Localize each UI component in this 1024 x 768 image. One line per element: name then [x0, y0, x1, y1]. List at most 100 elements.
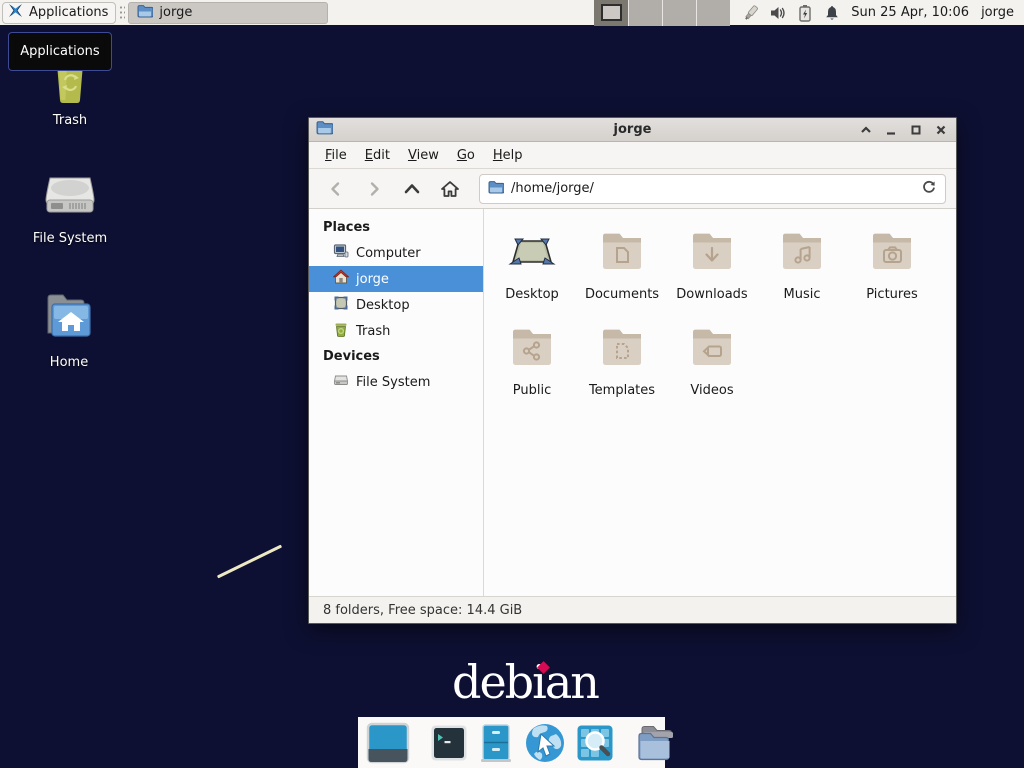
sidebar-item-desktop[interactable]: Desktop	[309, 292, 483, 318]
statusbar: 8 folders, Free space: 14.4 GiB	[309, 596, 956, 623]
maximize-button[interactable]	[908, 122, 924, 138]
window-body: Places Computer	[309, 209, 956, 596]
folder-templates-icon	[598, 323, 646, 375]
toolbar: /home/jorge/	[309, 169, 956, 209]
file-item-downloads[interactable]: Downloads	[667, 227, 757, 323]
sidebar-item-label: File System	[356, 375, 430, 390]
battery-charging-icon[interactable]	[796, 4, 814, 22]
sidebar-item-label: Trash	[356, 324, 390, 339]
applications-menu-button[interactable]: Applications	[2, 2, 116, 24]
sidebar-item-filesystem[interactable]: File System	[309, 369, 483, 395]
debian-logo: debian	[452, 658, 598, 710]
window-titlebar[interactable]: jorge	[309, 118, 956, 142]
file-manager-window: jorge File Edit View Go Help	[308, 117, 957, 624]
file-item-documents[interactable]: Documents	[577, 227, 667, 323]
minimize-button[interactable]	[883, 122, 899, 138]
back-button[interactable]	[319, 174, 353, 204]
file-item-label: Desktop	[505, 287, 559, 302]
workspace-1[interactable]	[594, 0, 628, 26]
shade-button[interactable]	[858, 122, 874, 138]
file-item-videos[interactable]: Videos	[667, 323, 757, 419]
sidebar-places-header: Places	[309, 215, 483, 240]
notifications-bell-icon[interactable]	[823, 4, 841, 22]
sidebar-item-jorge[interactable]: jorge	[309, 266, 483, 292]
folder-downloads-icon	[688, 227, 736, 279]
forward-button[interactable]	[357, 174, 391, 204]
harddrive-icon	[40, 164, 100, 226]
path-input[interactable]: /home/jorge/	[511, 181, 914, 196]
folder-music-icon	[778, 227, 826, 279]
home-folder-icon	[40, 290, 98, 350]
file-item-desktop[interactable]: Desktop	[487, 227, 577, 323]
trash-icon	[333, 321, 349, 341]
desktop-icon	[508, 227, 556, 279]
file-item-label: Pictures	[866, 287, 917, 302]
folder-documents-icon	[598, 227, 646, 279]
system-tray	[742, 4, 841, 22]
menu-view[interactable]: View	[400, 145, 447, 166]
folder-pictures-icon	[868, 227, 916, 279]
file-item-public[interactable]: Public	[487, 323, 577, 419]
desktop-stray-line	[217, 545, 282, 579]
menu-help[interactable]: Help	[485, 145, 531, 166]
file-item-label: Templates	[589, 383, 655, 398]
sidebar-item-label: Computer	[356, 246, 421, 261]
sidebar-item-computer[interactable]: Computer	[309, 240, 483, 266]
taskbar-window-label: jorge	[159, 5, 192, 20]
menu-edit[interactable]: Edit	[357, 145, 398, 166]
up-button[interactable]	[395, 174, 429, 204]
desktop-icon-filesystem[interactable]: File System	[15, 164, 125, 246]
desktop-icon-label: File System	[15, 231, 125, 246]
applications-menu-icon	[7, 2, 24, 23]
workspace-3[interactable]	[662, 0, 696, 26]
window-controls	[858, 122, 949, 138]
web-browser-icon[interactable]	[524, 722, 566, 764]
home-button[interactable]	[433, 174, 467, 204]
close-button[interactable]	[933, 122, 949, 138]
path-folder-icon	[488, 180, 504, 198]
tooltip-text: Applications	[20, 44, 99, 59]
workspace-4[interactable]	[696, 0, 730, 26]
taskbar-window-button[interactable]: jorge	[128, 2, 328, 24]
workspace-2[interactable]	[628, 0, 662, 26]
desktop-icon-home[interactable]: Home	[14, 290, 124, 370]
menu-go[interactable]: Go	[449, 145, 483, 166]
panel-clock[interactable]: Sun 25 Apr, 10:06	[851, 5, 969, 20]
file-item-label: Documents	[585, 287, 659, 302]
top-panel: Applications jorge	[0, 0, 1024, 26]
applications-menu-label: Applications	[29, 5, 108, 20]
workspace-switcher	[594, 0, 730, 26]
desktop-icon-label: Trash	[15, 113, 125, 128]
sidebar-item-label: Desktop	[356, 298, 410, 313]
volume-icon[interactable]	[769, 4, 787, 22]
panel-handle[interactable]	[119, 5, 125, 21]
desktop-icon	[333, 295, 349, 315]
folder-videos-icon	[688, 323, 736, 375]
workspace-window-preview	[601, 4, 622, 21]
app-finder-icon[interactable]	[576, 724, 614, 762]
panel-username[interactable]: jorge	[981, 5, 1014, 20]
file-item-templates[interactable]: Templates	[577, 323, 667, 419]
file-item-label: Music	[784, 287, 821, 302]
reload-icon[interactable]	[921, 179, 937, 199]
file-cabinet-icon[interactable]	[478, 723, 514, 763]
user-home-icon	[333, 269, 349, 289]
desktop-icon-label: Home	[14, 355, 124, 370]
menu-file[interactable]: File	[317, 145, 355, 166]
sidebar-item-trash[interactable]: Trash	[309, 318, 483, 344]
terminal-icon[interactable]	[430, 724, 468, 762]
file-item-label: Downloads	[676, 287, 747, 302]
window-folder-icon	[137, 4, 153, 22]
path-bar[interactable]: /home/jorge/	[479, 174, 946, 204]
stylus-icon[interactable]	[742, 4, 760, 22]
harddrive-icon	[333, 372, 349, 392]
file-item-music[interactable]: Music	[757, 227, 847, 323]
debian-logo-text: debian	[452, 655, 598, 709]
file-pane[interactable]: Desktop Documents	[484, 209, 956, 596]
file-item-label: Videos	[690, 383, 733, 398]
show-desktop-icon[interactable]	[366, 722, 410, 764]
statusbar-text: 8 folders, Free space: 14.4 GiB	[323, 603, 522, 618]
sidebar-item-label: jorge	[356, 272, 389, 287]
file-item-pictures[interactable]: Pictures	[847, 227, 937, 323]
directory-menu-icon[interactable]	[634, 723, 676, 763]
